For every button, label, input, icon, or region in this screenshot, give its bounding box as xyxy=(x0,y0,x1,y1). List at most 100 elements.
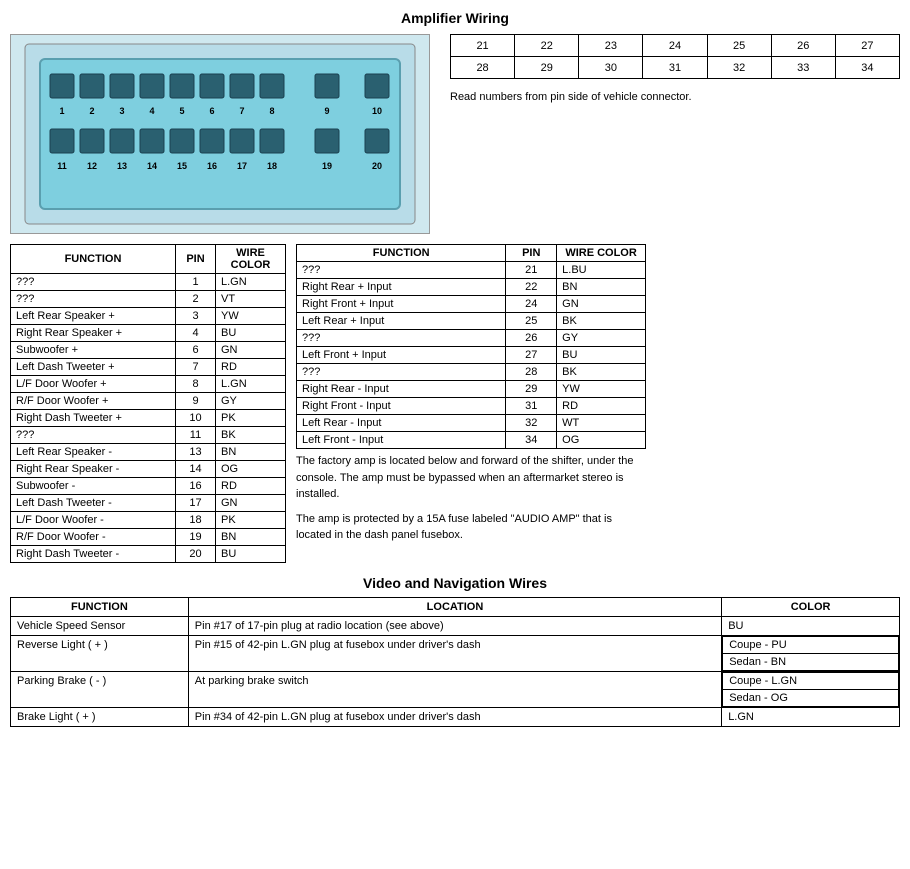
left-row-2-color: YW xyxy=(216,308,286,325)
nav-header-location: LOCATION xyxy=(188,598,721,617)
left-row-2-pin: 3 xyxy=(176,308,216,325)
left-row-0-pin: 1 xyxy=(176,274,216,291)
left-row-16-color: BU xyxy=(216,546,286,563)
left-row-0-func: ??? xyxy=(11,274,176,291)
left-row-4-color: GN xyxy=(216,342,286,359)
right-row-7-func: Right Rear - Input xyxy=(297,381,506,398)
pin-30: 30 xyxy=(579,57,643,79)
left-row-11-color: OG xyxy=(216,461,286,478)
pin-23: 23 xyxy=(579,35,643,57)
left-table-row: ???2VT xyxy=(11,291,286,308)
nav-row-2-location: At parking brake switch xyxy=(188,672,721,708)
left-table-row: L/F Door Woofer -18PK xyxy=(11,512,286,529)
left-row-15-func: R/F Door Woofer - xyxy=(11,529,176,546)
right-wiring-table: FUNCTION PIN WIRE COLOR ???21L.BURight R… xyxy=(296,244,646,449)
nav-row-3-func: Brake Light ( + ) xyxy=(11,708,189,727)
left-row-8-func: Right Dash Tweeter + xyxy=(11,410,176,427)
top-section: 1 2 3 4 5 6 7 8 9 10 xyxy=(10,34,900,234)
svg-text:13: 13 xyxy=(117,161,127,171)
right-row-2-pin: 24 xyxy=(506,296,557,313)
left-row-3-color: BU xyxy=(216,325,286,342)
right-row-9-color: WT xyxy=(557,415,646,432)
nav-table-row: Brake Light ( + )Pin #34 of 42-pin L.GN … xyxy=(11,708,900,727)
right-header-color: WIRE COLOR xyxy=(557,245,646,262)
left-row-12-func: Subwoofer - xyxy=(11,478,176,495)
svg-text:16: 16 xyxy=(207,161,217,171)
right-row-1-func: Right Rear + Input xyxy=(297,279,506,296)
nav-row-3-color: L.GN xyxy=(722,708,900,727)
right-row-10-color: OG xyxy=(557,432,646,449)
right-header-pin: PIN xyxy=(506,245,557,262)
right-table-row: Right Rear - Input29YW xyxy=(297,381,646,398)
pin-32: 32 xyxy=(707,57,771,79)
nav-row-3-location: Pin #34 of 42-pin L.GN plug at fusebox u… xyxy=(188,708,721,727)
svg-text:5: 5 xyxy=(179,106,184,116)
pin-22: 22 xyxy=(515,35,579,57)
nav-row-1-func: Reverse Light ( + ) xyxy=(11,636,189,672)
right-row-6-func: ??? xyxy=(297,364,506,381)
right-row-0-func: ??? xyxy=(297,262,506,279)
pin-31: 31 xyxy=(643,57,707,79)
left-table-row: Left Dash Tweeter +7RD xyxy=(11,359,286,376)
svg-text:3: 3 xyxy=(119,106,124,116)
svg-text:1: 1 xyxy=(59,106,64,116)
left-row-5-func: Left Dash Tweeter + xyxy=(11,359,176,376)
pin-21: 21 xyxy=(451,35,515,57)
right-table-row: Left Rear + Input25BK xyxy=(297,313,646,330)
note-2: The amp is protected by a 15A fuse label… xyxy=(296,511,646,544)
svg-text:10: 10 xyxy=(372,106,382,116)
left-row-9-pin: 11 xyxy=(176,427,216,444)
right-table-row: Left Front - Input34OG xyxy=(297,432,646,449)
left-table-row: Left Rear Speaker -13BN xyxy=(11,444,286,461)
right-row-3-pin: 25 xyxy=(506,313,557,330)
right-table-row: Right Front + Input24GN xyxy=(297,296,646,313)
left-row-14-func: L/F Door Woofer - xyxy=(11,512,176,529)
right-header-function: FUNCTION xyxy=(297,245,506,262)
right-table-row: ???26GY xyxy=(297,330,646,347)
right-row-6-color: BK xyxy=(557,364,646,381)
left-row-7-color: GY xyxy=(216,393,286,410)
right-row-1-color: BN xyxy=(557,279,646,296)
svg-text:7: 7 xyxy=(239,106,244,116)
left-row-1-color: VT xyxy=(216,291,286,308)
left-table-row: R/F Door Woofer +9GY xyxy=(11,393,286,410)
svg-text:4: 4 xyxy=(149,106,154,116)
svg-text:2: 2 xyxy=(89,106,94,116)
left-row-3-func: Right Rear Speaker + xyxy=(11,325,176,342)
left-row-16-func: Right Dash Tweeter - xyxy=(11,546,176,563)
right-table-row: Right Front - Input31RD xyxy=(297,398,646,415)
right-row-0-pin: 21 xyxy=(506,262,557,279)
tables-section: FUNCTION PIN WIRE COLOR ???1L.GN???2VTLe… xyxy=(10,244,900,563)
pin-24: 24 xyxy=(643,35,707,57)
nav-row-2-func: Parking Brake ( - ) xyxy=(11,672,189,708)
notes-section: The factory amp is located below and for… xyxy=(296,453,646,544)
left-table-row: ???11BK xyxy=(11,427,286,444)
svg-text:9: 9 xyxy=(324,106,329,116)
right-row-4-color: GY xyxy=(557,330,646,347)
nav-section-title: Video and Navigation Wires xyxy=(10,575,900,591)
left-wiring-table: FUNCTION PIN WIRE COLOR ???1L.GN???2VTLe… xyxy=(10,244,286,563)
svg-text:6: 6 xyxy=(209,106,214,116)
left-table-row: Subwoofer +6GN xyxy=(11,342,286,359)
left-row-10-color: BN xyxy=(216,444,286,461)
left-row-11-func: Right Rear Speaker - xyxy=(11,461,176,478)
nav-row-1-color: Coupe - PUSedan - BN xyxy=(722,636,900,672)
left-row-12-color: RD xyxy=(216,478,286,495)
nav-row-1-location: Pin #15 of 42-pin L.GN plug at fusebox u… xyxy=(188,636,721,672)
left-row-2-func: Left Rear Speaker + xyxy=(11,308,176,325)
left-row-14-pin: 18 xyxy=(176,512,216,529)
right-row-8-func: Right Front - Input xyxy=(297,398,506,415)
read-note: Read numbers from pin side of vehicle co… xyxy=(450,91,900,103)
left-row-9-func: ??? xyxy=(11,427,176,444)
left-row-1-func: ??? xyxy=(11,291,176,308)
left-row-4-pin: 6 xyxy=(176,342,216,359)
left-row-0-color: L.GN xyxy=(216,274,286,291)
left-table-row: Subwoofer -16RD xyxy=(11,478,286,495)
left-row-9-color: BK xyxy=(216,427,286,444)
svg-text:8: 8 xyxy=(269,106,274,116)
right-tables-container: FUNCTION PIN WIRE COLOR ???21L.BURight R… xyxy=(296,244,646,563)
right-table-row: Left Rear - Input32WT xyxy=(297,415,646,432)
left-row-5-color: RD xyxy=(216,359,286,376)
left-row-14-color: PK xyxy=(216,512,286,529)
svg-text:14: 14 xyxy=(147,161,157,171)
